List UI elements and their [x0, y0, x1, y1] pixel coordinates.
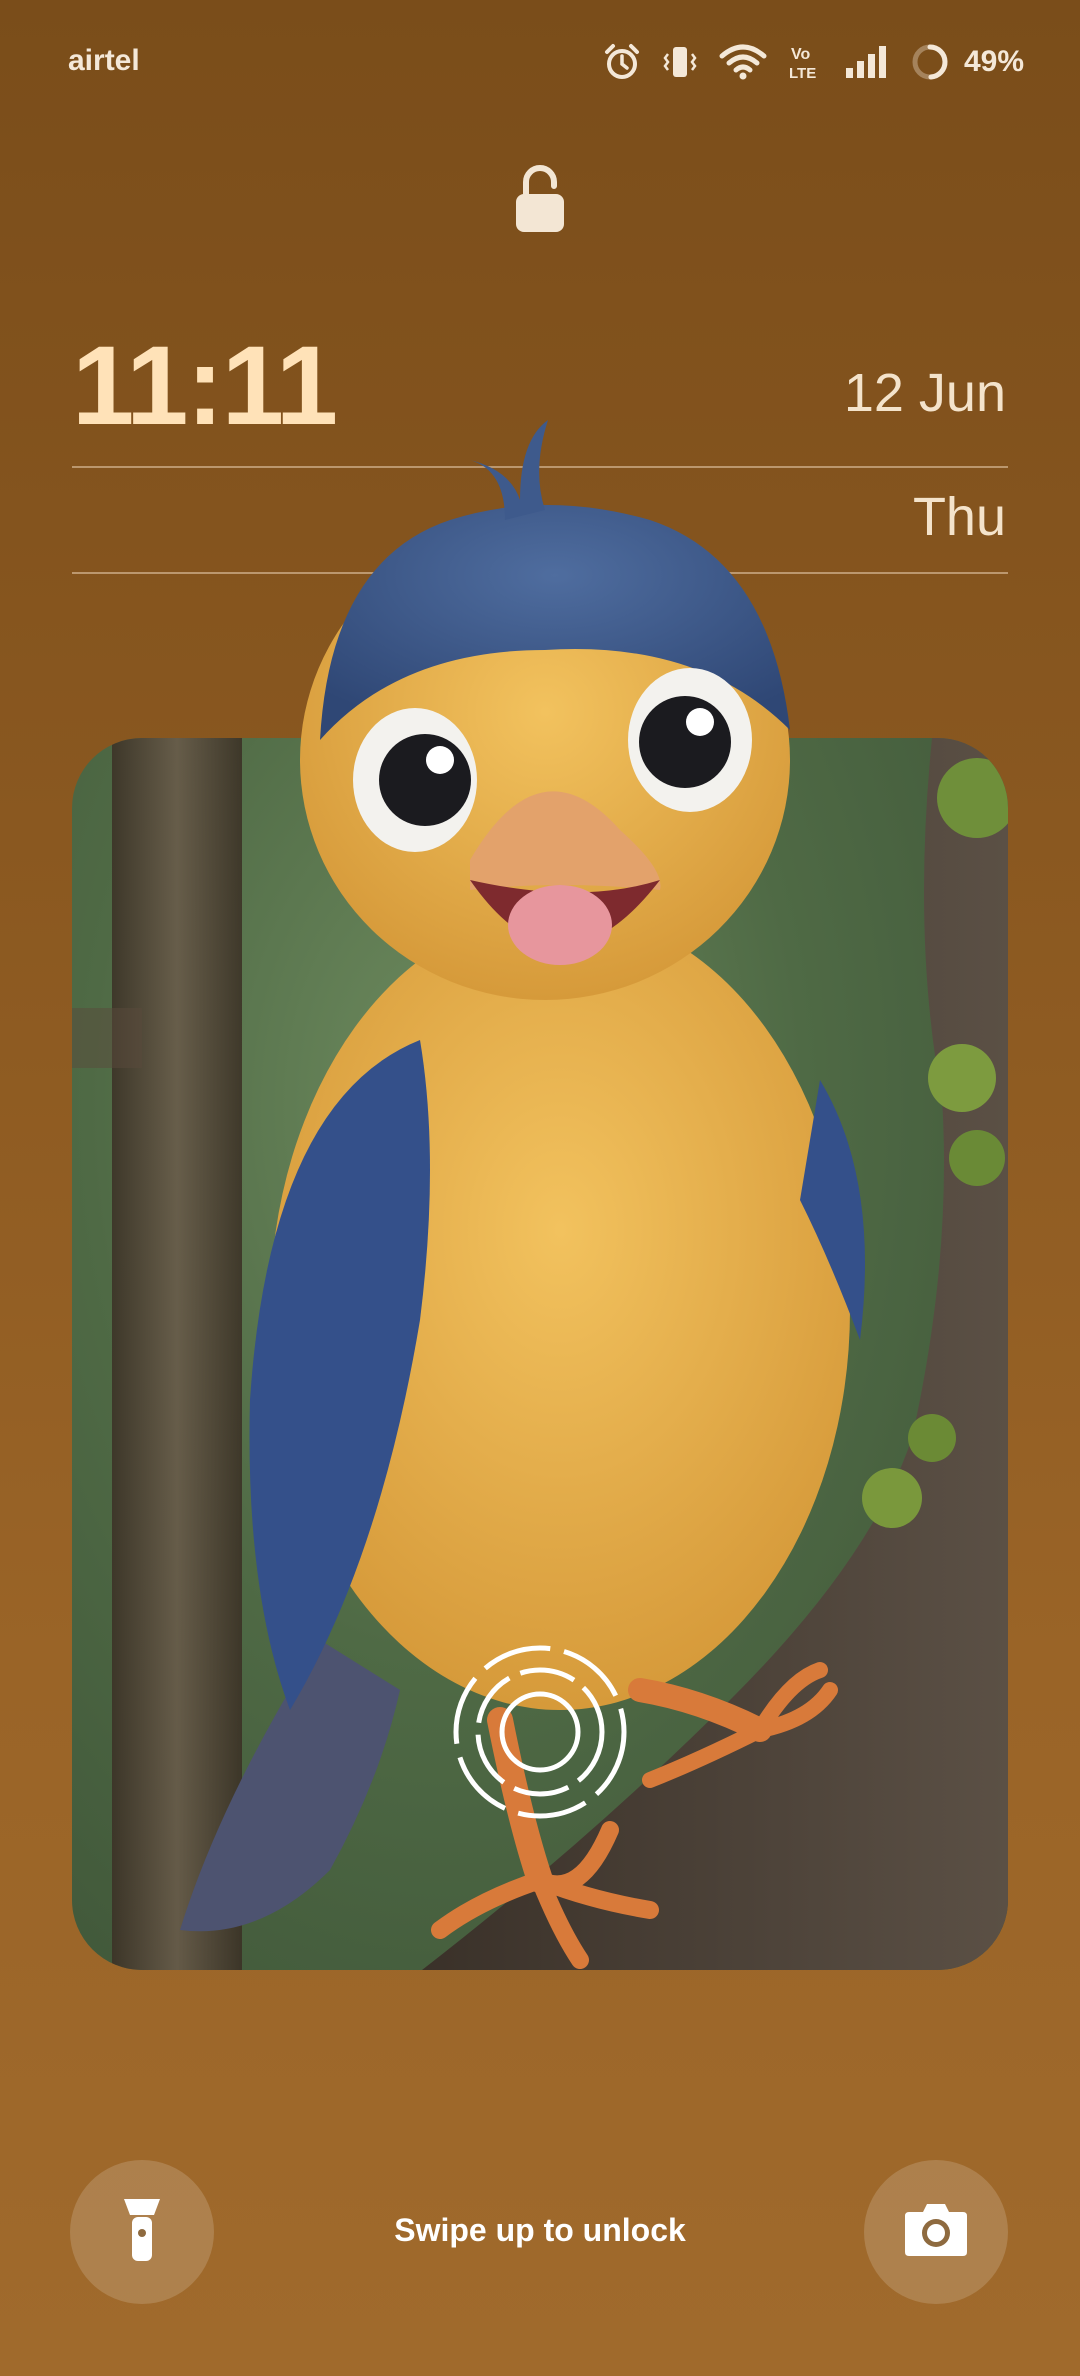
vibrate-icon: [662, 42, 698, 82]
wifi-icon: [718, 42, 768, 82]
carrier-label: airtel: [68, 44, 140, 77]
fingerprint-icon[interactable]: [448, 1640, 632, 1824]
alarm-icon: [602, 42, 642, 82]
camera-button[interactable]: [864, 2160, 1008, 2304]
lockscreen-time: 11:11: [72, 323, 338, 448]
padlock-open-icon: [512, 164, 568, 236]
camera-icon: [903, 2202, 969, 2263]
svg-text:LTE: LTE: [789, 65, 816, 82]
divider: [72, 572, 1008, 574]
lockscreen-day: Thu: [912, 487, 1006, 547]
svg-text:Vo: Vo: [791, 46, 810, 63]
status-icons: Vo LTE 49%: [602, 38, 1024, 86]
volte-icon: Vo LTE: [788, 42, 824, 82]
divider: [72, 466, 1008, 468]
battery-ring-icon: [910, 42, 950, 82]
lockscreen-date: 12 Jun: [843, 363, 1006, 423]
status-bar: airtel Vo LTE 49%: [0, 0, 1080, 120]
battery-percent: 49%: [963, 45, 1024, 78]
signal-icon: [844, 42, 890, 82]
